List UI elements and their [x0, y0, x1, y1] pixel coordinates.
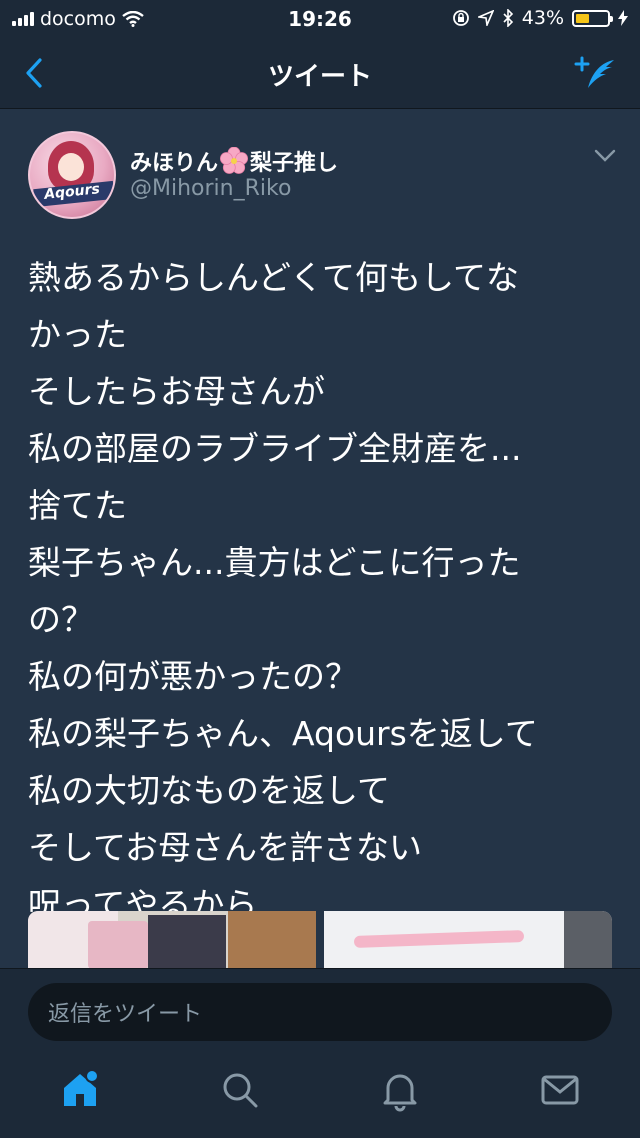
home-icon: [64, 1069, 99, 1106]
tweet-line: そしたらお母さんが: [28, 372, 325, 411]
location-icon: [477, 10, 494, 26]
bluetooth-icon: [503, 9, 513, 27]
media-shape: [148, 915, 226, 969]
tweet-line: かった: [28, 315, 127, 354]
user-handle[interactable]: @Mihorin_Riko: [130, 176, 291, 201]
tweet-line: 私の何が悪かったの？: [28, 657, 358, 696]
notifications-icon: [383, 1074, 417, 1112]
tweet-line: 梨子ちゃん...貴方はどこに行った: [28, 543, 521, 582]
cherry-blossom-emoji: [220, 147, 249, 174]
tab-notifications[interactable]: [378, 1068, 422, 1112]
tab-home[interactable]: [58, 1068, 102, 1112]
battery-percent: 43%: [521, 7, 564, 29]
tab-bar: [0, 1042, 640, 1138]
media-shape: [228, 911, 316, 969]
tweet-line: の？: [28, 600, 94, 639]
page-title: ツイート: [267, 62, 372, 92]
compose-tweet-icon[interactable]: [574, 54, 618, 92]
lock-rotation-icon: [452, 10, 469, 26]
tweet-line: 熱あるからしんどくて何もしてな: [28, 258, 520, 297]
chevron-down-icon[interactable]: [594, 149, 616, 163]
media-shape: [564, 911, 612, 969]
media-image-2[interactable]: [324, 911, 612, 969]
battery-fill: [576, 13, 589, 23]
reply-input[interactable]: 返信をツイート: [28, 983, 612, 1041]
avatar-face: [58, 153, 84, 181]
media-shape: [88, 921, 148, 969]
tab-messages[interactable]: [538, 1068, 582, 1112]
battery-icon: [572, 9, 613, 27]
avatar[interactable]: Aqours: [28, 131, 116, 219]
charging-icon: [618, 10, 628, 26]
display-name[interactable]: みほりん 梨子推し: [130, 145, 338, 177]
display-name-part1: みほりん: [130, 151, 219, 176]
search-icon: [223, 1073, 258, 1108]
media-grid: [28, 911, 612, 969]
messages-icon: [541, 1075, 579, 1105]
tweet-line: 私の大切なものを返して: [28, 771, 391, 810]
navigation-bar: ツイート: [0, 38, 640, 109]
display-name-part2: 梨子推し: [250, 151, 339, 176]
tweet-text: 熱あるからしんどくて何もしてな かった そしたらお母さんが 私の部屋のラブライブ…: [28, 249, 618, 933]
status-bar: docomo 19:26 43%: [0, 0, 640, 38]
tweet-line: 私の梨子ちゃん、Aqoursを返して: [28, 714, 538, 753]
reply-bar: 返信をツイート: [0, 968, 640, 1043]
tweet-line: 捨てた: [28, 486, 127, 525]
media-image-1[interactable]: [28, 911, 316, 969]
tweet-line: 私の部屋のラブライブ全財産を...: [28, 429, 522, 468]
tab-search[interactable]: [218, 1068, 262, 1112]
status-right: 43%: [452, 7, 628, 29]
tweet-line: そしてお母さんを許さない: [28, 828, 423, 867]
